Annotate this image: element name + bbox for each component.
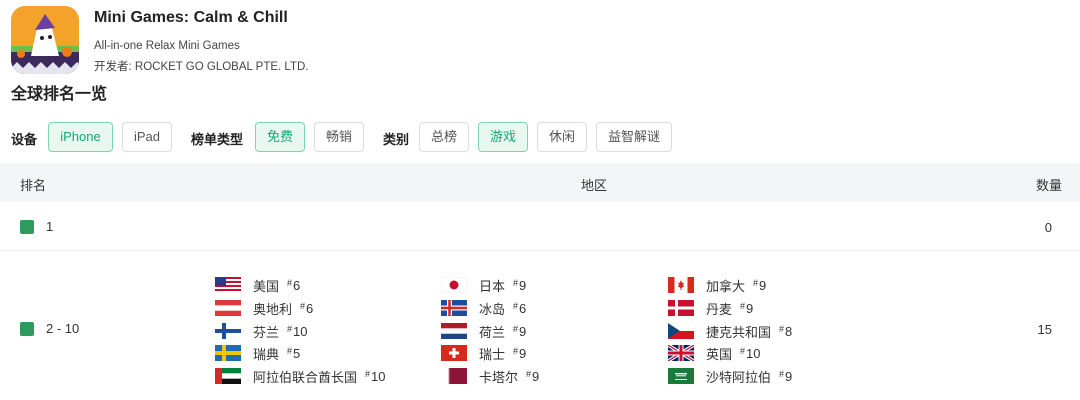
czech-flag-icon	[668, 323, 694, 339]
country-rank: #10	[740, 345, 761, 361]
country-name: 卡塔尔	[479, 369, 519, 385]
finland-flag-icon	[215, 323, 241, 339]
country-item-austria[interactable]: 奥地利 #6	[215, 298, 313, 318]
country-item-uk[interactable]: 英国 #10	[668, 343, 761, 363]
uae-flag-icon	[215, 368, 241, 384]
app-title: Mini Games: Calm & Chill	[94, 9, 288, 26]
device-label: 设备	[11, 132, 38, 147]
switzerland-flag-icon	[441, 345, 467, 361]
country-name: 英国	[706, 346, 733, 362]
country-item-canada[interactable]: 加拿大 #9	[668, 275, 766, 295]
country-name: 阿拉伯联合酋长国	[253, 369, 358, 385]
country-name: 奥地利	[253, 301, 293, 317]
country-item-us[interactable]: 美国 #6	[215, 275, 300, 295]
country-name: 芬兰	[253, 324, 280, 340]
country-item-japan[interactable]: 日本 #9	[441, 275, 526, 295]
rank-cell: 1	[20, 219, 53, 234]
country-item-iceland[interactable]: 冰岛 #6	[441, 298, 526, 318]
country-rank: #6	[513, 300, 527, 316]
country-name: 冰岛	[479, 301, 506, 317]
country-rank: #9	[779, 368, 793, 384]
country-rank: #9	[753, 277, 767, 293]
app-subtitle: All-in-one Relax Mini Games	[94, 40, 240, 52]
chart-type-option-grossing[interactable]: 畅销	[314, 122, 364, 152]
denmark-flag-icon	[668, 300, 694, 316]
country-item-czech[interactable]: 捷克共和国 #8	[668, 321, 792, 341]
section-title: 全球排名一览	[11, 86, 108, 103]
austria-flag-icon	[215, 300, 241, 316]
uk-flag-icon	[668, 345, 694, 361]
category-option-overall[interactable]: 总榜	[419, 122, 469, 152]
country-rank: #9	[513, 323, 527, 339]
qatar-flag-icon	[441, 368, 467, 384]
country-name: 捷克共和国	[706, 324, 772, 340]
canada-flag-icon	[668, 277, 694, 293]
country-rank: #5	[287, 345, 301, 361]
country-rank: #9	[513, 345, 527, 361]
developer-info[interactable]: 开发者: ROCKET GO GLOBAL PTE. LTD.	[94, 58, 309, 74]
country-item-sweden[interactable]: 瑞典 #5	[215, 343, 300, 363]
category-option-puzzle[interactable]: 益智解谜	[596, 122, 672, 152]
country-rank: #9	[526, 368, 540, 384]
country-item-switzerland[interactable]: 瑞士 #9	[441, 343, 526, 363]
japan-flag-icon	[441, 277, 467, 293]
iceland-flag-icon	[441, 300, 467, 316]
sweden-flag-icon	[215, 345, 241, 361]
country-rank: #10	[287, 323, 308, 339]
country-list: 美国 #6 奥地利 #6 芬兰 #10 瑞典 #5 阿拉伯联合酋长国 #10 日…	[0, 251, 1080, 400]
count-cell: 0	[1044, 220, 1052, 235]
header-rank: 排名	[20, 178, 47, 193]
table-row: 2 - 10 15 美国 #6 奥地利 #6 芬兰 #10 瑞典 #5 阿拉伯联…	[0, 251, 1080, 400]
app-icon[interactable]	[11, 6, 79, 74]
country-name: 沙特阿拉伯	[706, 369, 772, 385]
chart-type-option-free[interactable]: 免费	[255, 122, 305, 152]
country-name: 丹麦	[706, 301, 733, 317]
country-item-finland[interactable]: 芬兰 #10	[215, 321, 308, 341]
filter-bar: 设备 iPhone iPad 榜单类型 免费 畅销 类别 总榜 游戏 休闲 益智…	[11, 122, 1071, 152]
country-name: 荷兰	[479, 324, 506, 340]
category-option-casual[interactable]: 休闲	[537, 122, 587, 152]
country-item-saudi[interactable]: 沙特阿拉伯 #9	[668, 366, 792, 386]
chart-type-label: 榜单类型	[191, 132, 244, 147]
app-header: Mini Games: Calm & Chill All-in-one Rela…	[11, 6, 711, 76]
country-item-netherlands[interactable]: 荷兰 #9	[441, 321, 526, 341]
country-item-denmark[interactable]: 丹麦 #9	[668, 298, 753, 318]
country-name: 日本	[479, 278, 506, 294]
table-row: 1 0	[0, 202, 1080, 251]
category-label: 类别	[383, 132, 410, 147]
country-name: 美国	[253, 278, 280, 294]
rank-color-square	[20, 219, 34, 234]
category-option-games[interactable]: 游戏	[478, 122, 528, 152]
country-name: 瑞典	[253, 346, 280, 362]
country-rank: #9	[740, 300, 754, 316]
netherlands-flag-icon	[441, 323, 467, 339]
table-header: 排名 地区 数量	[0, 163, 1080, 202]
ranking-table: 排名 地区 数量 1 0 2 - 10 15 美国 #6 奥地利 #6 芬兰 #…	[0, 163, 1080, 400]
country-name: 加拿大	[706, 278, 746, 294]
country-rank: #9	[513, 277, 527, 293]
device-option-ipad[interactable]: iPad	[122, 122, 172, 152]
us-flag-icon	[215, 277, 241, 293]
header-count: 数量	[1035, 178, 1062, 193]
country-rank: #10	[365, 368, 386, 384]
device-option-iphone[interactable]: iPhone	[48, 122, 113, 152]
country-rank: #6	[287, 277, 301, 293]
country-rank: #6	[300, 300, 314, 316]
rank-text: 1	[46, 219, 54, 234]
country-rank: #8	[779, 323, 793, 339]
country-item-uae[interactable]: 阿拉伯联合酋长国 #10	[215, 366, 386, 386]
country-name: 瑞士	[479, 346, 506, 362]
country-item-qatar[interactable]: 卡塔尔 #9	[441, 366, 539, 386]
saudi-flag-icon	[668, 368, 694, 384]
header-region: 地区	[581, 178, 608, 193]
